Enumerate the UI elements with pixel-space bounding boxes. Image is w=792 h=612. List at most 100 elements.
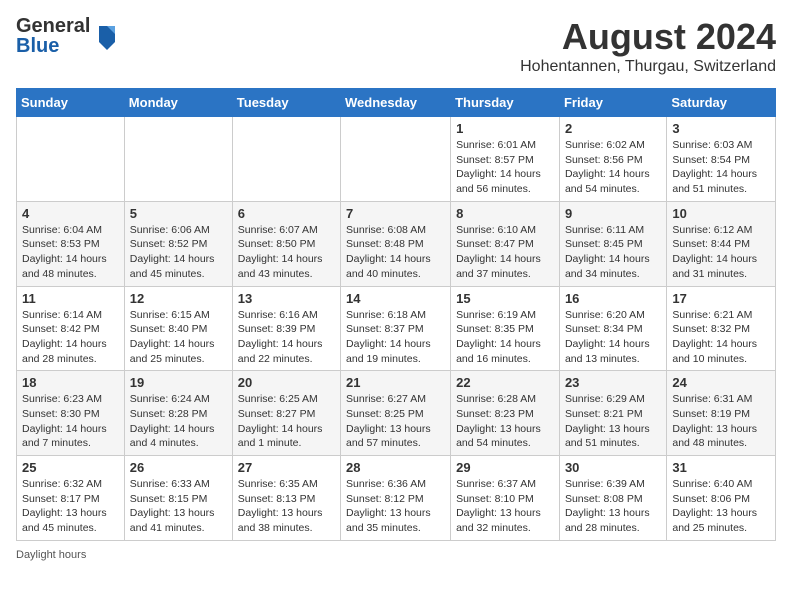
day-number: 23 (565, 375, 661, 390)
day-info: Sunrise: 6:02 AM Sunset: 8:56 PM Dayligh… (565, 138, 661, 197)
day-cell: 22 Sunrise: 6:28 AM Sunset: 8:23 PM Dayli… (451, 371, 560, 456)
day-cell: 18 Sunrise: 6:23 AM Sunset: 8:30 PM Dayli… (17, 371, 125, 456)
day-cell: 17Sunrise: 6:21 AM Sunset: 8:32 PM Dayli… (667, 286, 776, 371)
day-cell: 13 Sunrise: 6:16 AM Sunset: 8:39 PM Dayli… (232, 286, 340, 371)
day-cell: 14 Sunrise: 6:18 AM Sunset: 8:37 PM Dayli… (341, 286, 451, 371)
day-info: Sunrise: 6:35 AM Sunset: 8:13 PM Dayligh… (238, 477, 335, 536)
day-cell: 23 Sunrise: 6:29 AM Sunset: 8:21 PM Dayli… (559, 371, 666, 456)
day-info: Sunrise: 6:37 AM Sunset: 8:10 PM Dayligh… (456, 477, 554, 536)
day-info: Sunrise: 6:24 AM Sunset: 8:28 PM Dayligh… (130, 392, 227, 451)
calendar-body: 1 Sunrise: 6:01 AM Sunset: 8:57 PM Daylig… (17, 117, 776, 541)
day-number: 19 (130, 375, 227, 390)
day-info: Sunrise: 6:07 AM Sunset: 8:50 PM Dayligh… (238, 223, 335, 282)
day-number: 25 (22, 460, 119, 475)
day-cell: 27 Sunrise: 6:35 AM Sunset: 8:13 PM Dayli… (232, 456, 340, 541)
day-cell: 29Sunrise: 6:37 AM Sunset: 8:10 PM Dayli… (451, 456, 560, 541)
day-info: Sunrise: 6:03 AM Sunset: 8:54 PM Dayligh… (672, 138, 770, 197)
day-cell: 20Sunrise: 6:25 AM Sunset: 8:27 PM Dayli… (232, 371, 340, 456)
header-cell-friday: Friday (559, 89, 666, 117)
day-info: Sunrise: 6:12 AM Sunset: 8:44 PM Dayligh… (672, 223, 770, 282)
day-cell: 10 Sunrise: 6:12 AM Sunset: 8:44 PM Dayli… (667, 201, 776, 286)
header-cell-thursday: Thursday (451, 89, 560, 117)
day-number: 4 (22, 206, 119, 221)
day-info: Sunrise: 6:16 AM Sunset: 8:39 PM Dayligh… (238, 308, 335, 367)
day-cell: 31 Sunrise: 6:40 AM Sunset: 8:06 PM Dayli… (667, 456, 776, 541)
day-number: 9 (565, 206, 661, 221)
logo: General Blue (16, 16, 119, 56)
day-cell: 19 Sunrise: 6:24 AM Sunset: 8:28 PM Dayli… (124, 371, 232, 456)
day-cell: 25 Sunrise: 6:32 AM Sunset: 8:17 PM Dayli… (17, 456, 125, 541)
day-number: 3 (672, 121, 770, 136)
day-number: 12 (130, 291, 227, 306)
day-number: 20 (238, 375, 335, 390)
day-info: Sunrise: 6:11 AM Sunset: 8:45 PM Dayligh… (565, 223, 661, 282)
day-cell: 21 Sunrise: 6:27 AM Sunset: 8:25 PM Dayli… (341, 371, 451, 456)
day-cell: 24 Sunrise: 6:31 AM Sunset: 8:19 PM Dayli… (667, 371, 776, 456)
day-number: 26 (130, 460, 227, 475)
day-number: 21 (346, 375, 445, 390)
day-cell: 5 Sunrise: 6:06 AM Sunset: 8:52 PM Daylig… (124, 201, 232, 286)
day-cell: 6 Sunrise: 6:07 AM Sunset: 8:50 PM Daylig… (232, 201, 340, 286)
day-number: 27 (238, 460, 335, 475)
header-cell-wednesday: Wednesday (341, 89, 451, 117)
header-cell-sunday: Sunday (17, 89, 125, 117)
day-cell: 7Sunrise: 6:08 AM Sunset: 8:48 PM Daylig… (341, 201, 451, 286)
day-info: Sunrise: 6:01 AM Sunset: 8:57 PM Dayligh… (456, 138, 554, 197)
day-number: 31 (672, 460, 770, 475)
day-info: Sunrise: 6:31 AM Sunset: 8:19 PM Dayligh… (672, 392, 770, 451)
day-cell: 12 Sunrise: 6:15 AM Sunset: 8:40 PM Dayli… (124, 286, 232, 371)
day-info: Sunrise: 6:28 AM Sunset: 8:23 PM Dayligh… (456, 392, 554, 451)
day-info: Sunrise: 6:19 AM Sunset: 8:35 PM Dayligh… (456, 308, 554, 367)
day-cell: 3 Sunrise: 6:03 AM Sunset: 8:54 PM Daylig… (667, 117, 776, 202)
day-info: Sunrise: 6:40 AM Sunset: 8:06 PM Dayligh… (672, 477, 770, 536)
day-number: 16 (565, 291, 661, 306)
week-row-5: 25 Sunrise: 6:32 AM Sunset: 8:17 PM Dayli… (17, 456, 776, 541)
day-cell (341, 117, 451, 202)
day-cell: 8 Sunrise: 6:10 AM Sunset: 8:47 PM Daylig… (451, 201, 560, 286)
day-info: Sunrise: 6:04 AM Sunset: 8:53 PM Dayligh… (22, 223, 119, 282)
footer: Daylight hours (16, 549, 776, 561)
day-info: Sunrise: 6:15 AM Sunset: 8:40 PM Dayligh… (130, 308, 227, 367)
day-cell: 11 Sunrise: 6:14 AM Sunset: 8:42 PM Dayli… (17, 286, 125, 371)
day-number: 1 (456, 121, 554, 136)
daylight-label: Daylight hours (16, 549, 86, 561)
day-info: Sunrise: 6:10 AM Sunset: 8:47 PM Dayligh… (456, 223, 554, 282)
logo-blue-text: Blue (16, 36, 90, 56)
day-number: 14 (346, 291, 445, 306)
day-info: Sunrise: 6:27 AM Sunset: 8:25 PM Dayligh… (346, 392, 445, 451)
main-title: August 2024 (520, 16, 776, 58)
day-number: 22 (456, 375, 554, 390)
day-number: 6 (238, 206, 335, 221)
day-info: Sunrise: 6:29 AM Sunset: 8:21 PM Dayligh… (565, 392, 661, 451)
day-number: 8 (456, 206, 554, 221)
day-number: 18 (22, 375, 119, 390)
week-row-1: 1 Sunrise: 6:01 AM Sunset: 8:57 PM Daylig… (17, 117, 776, 202)
header: General Blue August 2024 Hohentannen, Th… (16, 16, 776, 76)
day-number: 10 (672, 206, 770, 221)
header-row: SundayMondayTuesdayWednesdayThursdayFrid… (17, 89, 776, 117)
day-cell (17, 117, 125, 202)
day-number: 2 (565, 121, 661, 136)
day-info: Sunrise: 6:06 AM Sunset: 8:52 PM Dayligh… (130, 223, 227, 282)
day-number: 13 (238, 291, 335, 306)
header-cell-tuesday: Tuesday (232, 89, 340, 117)
logo-general-text: General (16, 16, 90, 36)
day-number: 5 (130, 206, 227, 221)
day-number: 15 (456, 291, 554, 306)
day-cell: 4 Sunrise: 6:04 AM Sunset: 8:53 PM Daylig… (17, 201, 125, 286)
week-row-2: 4 Sunrise: 6:04 AM Sunset: 8:53 PM Daylig… (17, 201, 776, 286)
day-info: Sunrise: 6:33 AM Sunset: 8:15 PM Dayligh… (130, 477, 227, 536)
day-cell: 28Sunrise: 6:36 AM Sunset: 8:12 PM Dayli… (341, 456, 451, 541)
day-number: 24 (672, 375, 770, 390)
day-number: 11 (22, 291, 119, 306)
day-info: Sunrise: 6:36 AM Sunset: 8:12 PM Dayligh… (346, 477, 445, 536)
day-info: Sunrise: 6:32 AM Sunset: 8:17 PM Dayligh… (22, 477, 119, 536)
subtitle: Hohentannen, Thurgau, Switzerland (520, 58, 776, 76)
day-info: Sunrise: 6:14 AM Sunset: 8:42 PM Dayligh… (22, 308, 119, 367)
day-info: Sunrise: 6:20 AM Sunset: 8:34 PM Dayligh… (565, 308, 661, 367)
day-info: Sunrise: 6:18 AM Sunset: 8:37 PM Dayligh… (346, 308, 445, 367)
calendar-header: SundayMondayTuesdayWednesdayThursdayFrid… (17, 89, 776, 117)
day-number: 7 (346, 206, 445, 221)
day-info: Sunrise: 6:23 AM Sunset: 8:30 PM Dayligh… (22, 392, 119, 451)
day-cell: 2 Sunrise: 6:02 AM Sunset: 8:56 PM Daylig… (559, 117, 666, 202)
